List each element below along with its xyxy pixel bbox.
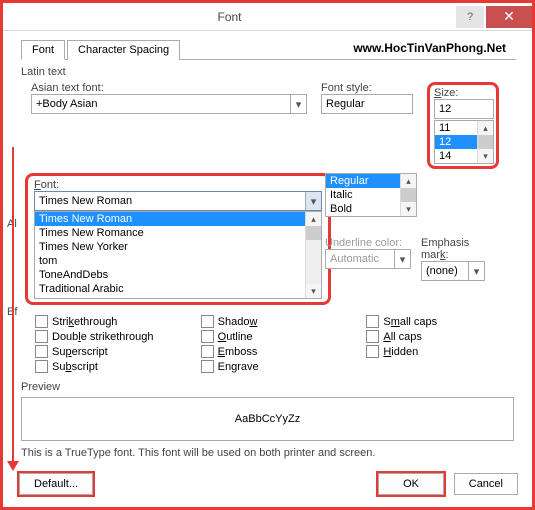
- annotation-arrow: [12, 147, 14, 463]
- size-label: Size:: [434, 87, 492, 99]
- scroll-up-icon[interactable]: ▴: [478, 121, 493, 135]
- scrollbar[interactable]: ▴ ▾: [477, 121, 493, 163]
- latin-text-label: Latin text: [21, 66, 514, 78]
- list-item[interactable]: ToneAndDebs: [35, 268, 321, 282]
- size-highlight: Size: 12 11 12 14 ▴ ▾: [427, 82, 499, 169]
- checkbox-all-caps[interactable]: [366, 330, 379, 343]
- double-strikethrough-label: Double strikethrough: [52, 331, 154, 343]
- list-item[interactable]: Times New Yorker: [35, 240, 321, 254]
- list-item[interactable]: Traditional Arabic: [35, 282, 321, 296]
- preview-label: Preview: [21, 381, 514, 393]
- cancel-button[interactable]: Cancel: [454, 473, 518, 495]
- tab-strip: Font Character Spacing www.HocTinVanPhon…: [21, 39, 516, 60]
- checkbox-emboss[interactable]: [201, 345, 214, 358]
- all-caps-label: All caps: [383, 331, 422, 343]
- font-style-list[interactable]: Regular Italic Bold ▴ ▾: [325, 173, 417, 217]
- truetype-note: This is a TrueType font. This font will …: [21, 447, 514, 459]
- checkbox-hidden[interactable]: [366, 345, 379, 358]
- emboss-label: Emboss: [218, 346, 258, 358]
- underline-color-select: Automatic ▾: [325, 249, 411, 269]
- chevron-down-icon: ▾: [305, 192, 321, 210]
- size-list[interactable]: 11 12 14 ▴ ▾: [434, 120, 494, 164]
- small-caps-label: Small caps: [383, 316, 437, 328]
- outline-label: Outline: [218, 331, 253, 343]
- checkbox-superscript[interactable]: [35, 345, 48, 358]
- preview-text: AaBbCcYyZz: [235, 413, 300, 425]
- asian-font-label: Asian text font:: [31, 82, 307, 94]
- checkbox-subscript[interactable]: [35, 360, 48, 373]
- size-input[interactable]: 12: [434, 99, 494, 119]
- scroll-down-icon[interactable]: ▾: [401, 202, 416, 216]
- checkbox-double-strikethrough[interactable]: [35, 330, 48, 343]
- shadow-label: Shadow: [218, 316, 258, 328]
- tab-character-spacing[interactable]: Character Spacing: [67, 40, 180, 60]
- titlebar: Font ? ✕: [3, 3, 532, 31]
- preview-box: AaBbCcYyZz: [21, 397, 514, 441]
- close-button[interactable]: ✕: [486, 6, 532, 28]
- font-label: Font:: [34, 179, 322, 191]
- help-button[interactable]: ?: [456, 6, 484, 28]
- watermark: www.HocTinVanPhong.Net: [353, 41, 506, 55]
- annotation-arrow-head: [7, 461, 19, 471]
- window-title: Font: [3, 10, 456, 24]
- checkbox-engrave[interactable]: [201, 360, 214, 373]
- underline-color-label: Underline color:: [325, 237, 411, 249]
- hidden-label: Hidden: [383, 346, 418, 358]
- checkbox-strikethrough[interactable]: [35, 315, 48, 328]
- default-button-highlight: Default...: [17, 471, 95, 497]
- font-style-input[interactable]: Regular: [321, 94, 413, 114]
- ok-button-highlight: OK: [376, 471, 446, 497]
- tab-font[interactable]: Font: [21, 40, 65, 60]
- checkbox-outline[interactable]: [201, 330, 214, 343]
- asian-font-select[interactable]: +Body Asian ▾: [31, 94, 307, 114]
- font-style-label: Font style:: [321, 82, 413, 94]
- ok-button[interactable]: OK: [378, 473, 444, 495]
- list-item[interactable]: Times New Roman: [35, 212, 321, 226]
- list-item[interactable]: Times New Romance: [35, 226, 321, 240]
- default-button[interactable]: Default...: [19, 473, 93, 495]
- emphasis-select[interactable]: (none) ▾: [421, 261, 485, 281]
- font-dropdown-list[interactable]: Times New Roman Times New Romance Times …: [34, 211, 322, 299]
- checkbox-small-caps[interactable]: [366, 315, 379, 328]
- strikethrough-label: Strikethrough: [52, 316, 117, 328]
- font-highlight: Font: Times New Roman ▾ Times New Roman …: [25, 173, 331, 305]
- emphasis-label: Emphasis mark:: [421, 237, 485, 261]
- chevron-down-icon: ▾: [290, 95, 306, 113]
- chevron-down-icon: ▾: [468, 262, 484, 280]
- chevron-down-icon: ▾: [394, 250, 410, 268]
- scrollbar[interactable]: ▴ ▾: [400, 174, 416, 216]
- scroll-down-icon[interactable]: ▾: [306, 284, 321, 298]
- list-item[interactable]: tom: [35, 254, 321, 268]
- checkbox-shadow[interactable]: [201, 315, 214, 328]
- scroll-up-icon[interactable]: ▴: [401, 174, 416, 188]
- scrollbar[interactable]: ▴ ▾: [305, 212, 321, 298]
- font-select[interactable]: Times New Roman ▾: [34, 191, 322, 211]
- engrave-label: Engrave: [218, 361, 259, 373]
- scroll-up-icon[interactable]: ▴: [306, 212, 321, 226]
- subscript-label: Subscript: [52, 361, 98, 373]
- superscript-label: Superscript: [52, 346, 108, 358]
- scroll-down-icon[interactable]: ▾: [478, 149, 493, 163]
